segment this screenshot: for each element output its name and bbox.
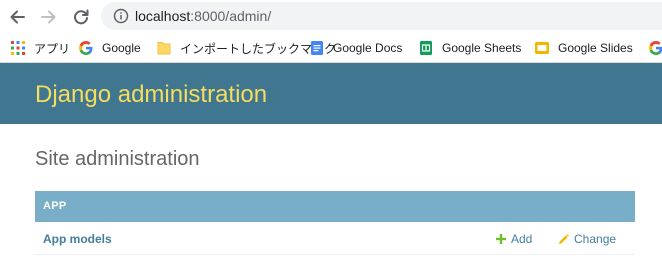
back-button[interactable]	[4, 4, 30, 30]
address-bar[interactable]: localhost:8000/admin/	[101, 2, 662, 30]
page-title: Site administration	[35, 148, 200, 170]
bookmark-google-slides[interactable]: Google Slides	[534, 38, 633, 58]
bookmark-google-sheets[interactable]: Google Sheets	[418, 38, 521, 58]
url-text[interactable]: localhost:8000/admin/	[135, 8, 271, 24]
site-header: Django administration	[0, 63, 662, 124]
back-arrow-icon	[10, 10, 25, 24]
google-slides-icon	[534, 40, 550, 56]
google-icon	[648, 40, 662, 56]
pencil-icon	[559, 233, 569, 244]
bookmark-label: Google	[102, 41, 141, 55]
add-link[interactable]: Add	[496, 232, 532, 246]
model-name-link[interactable]: App models	[43, 232, 112, 246]
change-label: Change	[574, 232, 617, 246]
app-module-caption[interactable]: APP	[35, 191, 635, 222]
bookmark-google-docs[interactable]: Google Docs	[309, 38, 402, 58]
add-icon	[496, 234, 506, 244]
add-label: Add	[511, 232, 533, 246]
url-path: :8000/admin/	[190, 8, 272, 24]
bookmark-label: Google Slides	[558, 41, 633, 55]
reload-icon	[74, 9, 89, 25]
forward-button[interactable]	[36, 4, 62, 30]
reload-button[interactable]	[68, 4, 94, 30]
table-row: App models Add Change	[35, 222, 635, 255]
bookmark-google-overflow[interactable]	[648, 38, 662, 58]
app-module: APP App models Add Change	[35, 191, 635, 255]
bookmarks-bar: アプリ Google インポートしたブックマーク Google Docs Goo…	[0, 34, 662, 63]
folder-icon	[156, 40, 172, 56]
browser-toolbar: localhost:8000/admin/	[0, 0, 662, 34]
apps-grid-icon	[10, 40, 26, 56]
google-icon	[78, 40, 94, 56]
bookmark-label: Google Docs	[333, 41, 403, 55]
url-host: localhost	[135, 8, 191, 24]
google-sheets-icon	[418, 40, 434, 56]
bookmark-google[interactable]: Google	[78, 38, 141, 58]
forward-arrow-icon	[41, 10, 56, 24]
change-link[interactable]: Change	[558, 232, 616, 246]
bookmark-label: Google Sheets	[442, 41, 522, 55]
site-brand-link[interactable]: Django administration	[35, 82, 267, 108]
google-docs-icon	[309, 40, 325, 56]
info-icon[interactable]	[113, 8, 129, 24]
bookmark-label: アプリ	[34, 41, 71, 56]
bookmark-apps[interactable]: アプリ	[10, 38, 70, 58]
